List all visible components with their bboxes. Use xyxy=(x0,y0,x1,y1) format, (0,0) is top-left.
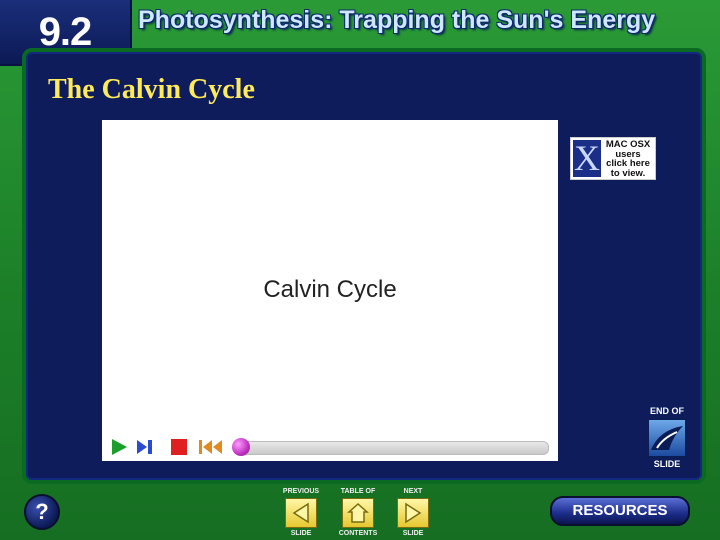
end-slide-icon xyxy=(647,418,687,458)
play-icon[interactable] xyxy=(110,438,128,456)
end-of-slide-button[interactable]: END OF SLIDE xyxy=(646,406,688,469)
movie-player[interactable]: Calvin Cycle xyxy=(102,120,558,461)
movie-title: Calvin Cycle xyxy=(263,276,397,303)
contents-bottom-label: CONTENTS xyxy=(338,530,378,537)
movie-controls xyxy=(102,431,558,461)
previous-arrow-icon xyxy=(285,498,317,528)
mac-x-logo: X xyxy=(573,138,601,178)
home-icon xyxy=(342,498,374,528)
step-forward-icon[interactable] xyxy=(136,438,154,456)
table-of-contents-button[interactable]: TABLE OF CONTENTS xyxy=(333,488,383,537)
next-bottom-label: SLIDE xyxy=(402,530,424,537)
previous-bottom-label: SLIDE xyxy=(290,530,312,537)
previous-slide-button[interactable]: PREVIOUS SLIDE xyxy=(276,488,326,537)
stop-icon[interactable] xyxy=(170,438,188,456)
mac-osx-text: MAC OSX users click here to view. xyxy=(603,140,653,178)
resources-button[interactable]: RESOURCES xyxy=(550,496,690,526)
mac-osx-link[interactable]: X MAC OSX users click here to view. xyxy=(570,137,656,180)
progress-knob[interactable] xyxy=(232,438,250,456)
next-slide-button[interactable]: NEXT SLIDE xyxy=(388,488,438,537)
end-of-slide-bottom-label: SLIDE xyxy=(653,459,681,469)
contents-top-label: TABLE OF xyxy=(340,488,376,495)
end-of-slide-top-label: END OF xyxy=(649,406,684,416)
mac-line-4: to view. xyxy=(610,167,646,179)
section-title: Photosynthesis: Trapping the Sun's Energ… xyxy=(138,6,656,34)
next-arrow-icon xyxy=(397,498,429,528)
rewind-icon[interactable] xyxy=(198,438,224,456)
progress-track[interactable] xyxy=(242,441,549,455)
previous-top-label: PREVIOUS xyxy=(282,488,320,495)
slide-heading: The Calvin Cycle xyxy=(48,74,255,105)
help-button[interactable]: ? xyxy=(24,494,60,530)
next-top-label: NEXT xyxy=(403,488,423,495)
